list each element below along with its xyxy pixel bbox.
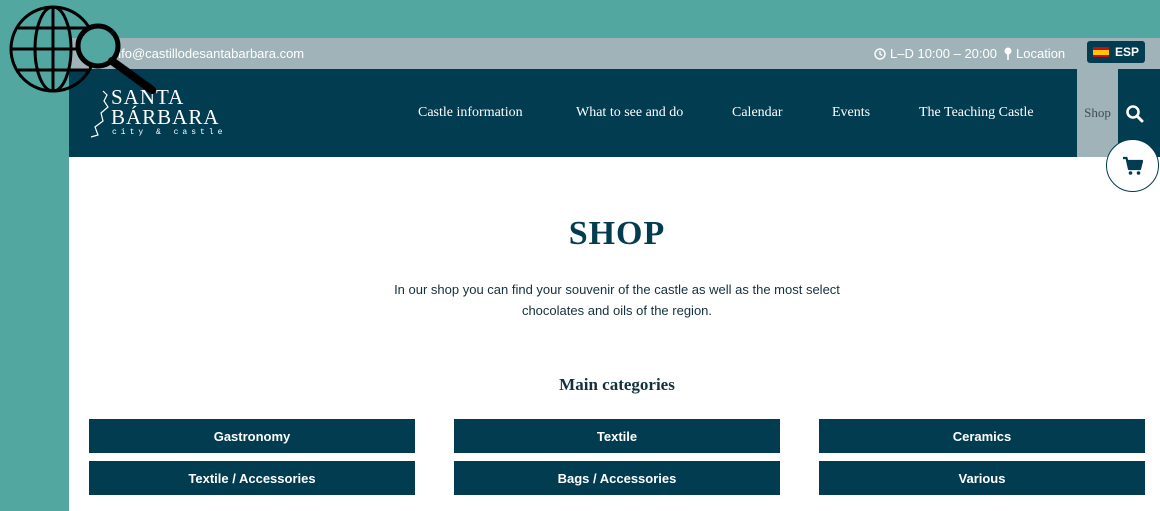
- main-navigation: SANTA BÁRBARA city & castle Castle infor…: [69, 69, 1160, 157]
- language-selector[interactable]: ESP: [1087, 41, 1145, 63]
- category-textile[interactable]: Textile: [454, 419, 780, 453]
- site-logo[interactable]: SANTA BÁRBARA city & castle: [89, 85, 229, 145]
- globe-search-icon: [9, 5, 156, 94]
- intro-line-1: In our shop you can find your souvenir o…: [394, 282, 840, 297]
- category-ceramics[interactable]: Ceramics: [819, 419, 1145, 453]
- category-textile-accessories[interactable]: Textile / Accessories: [89, 461, 415, 495]
- nav-calendar[interactable]: Calendar: [732, 69, 783, 157]
- category-bags-accessories[interactable]: Bags / Accessories: [454, 461, 780, 495]
- page-intro: In our shop you can find your souvenir o…: [369, 279, 865, 321]
- category-gastronomy[interactable]: Gastronomy: [89, 419, 415, 453]
- cart-icon: [1122, 156, 1143, 175]
- search-icon[interactable]: [1125, 104, 1145, 124]
- browser-page: info@castillodesantabarbara.com L–D 10:0…: [69, 38, 1160, 511]
- page-title: SHOP: [568, 215, 666, 252]
- cart-button[interactable]: [1106, 139, 1159, 192]
- intro-line-2: chocolates and oils of the region.: [521, 303, 713, 318]
- nav-events[interactable]: Events: [832, 69, 870, 157]
- nav-what-to-see-and-do[interactable]: What to see and do: [576, 69, 683, 157]
- castle-outline-icon: [90, 90, 109, 138]
- categories-heading: Main categories: [559, 375, 675, 394]
- language-label: ESP: [1114, 45, 1139, 59]
- location-link[interactable]: Location: [1004, 38, 1065, 69]
- location-text: Location: [1016, 46, 1066, 61]
- spain-flag-icon: [1092, 47, 1109, 57]
- top-bar: info@castillodesantabarbara.com L–D 10:0…: [69, 38, 1160, 69]
- clock-icon: [874, 47, 886, 60]
- nav-shop[interactable]: Shop: [1077, 69, 1118, 157]
- hours-text: L–D 10:00 – 20:00: [890, 46, 997, 61]
- logo-line-2: BÁRBARA: [111, 105, 220, 129]
- opening-hours: L–D 10:00 – 20:00: [874, 38, 997, 69]
- category-various[interactable]: Various: [819, 461, 1145, 495]
- nav-teaching-castle[interactable]: The Teaching Castle: [919, 69, 1034, 157]
- pin-icon: [1004, 47, 1012, 60]
- logo-tagline: city & castle: [112, 128, 227, 137]
- nav-castle-information[interactable]: Castle information: [418, 69, 523, 157]
